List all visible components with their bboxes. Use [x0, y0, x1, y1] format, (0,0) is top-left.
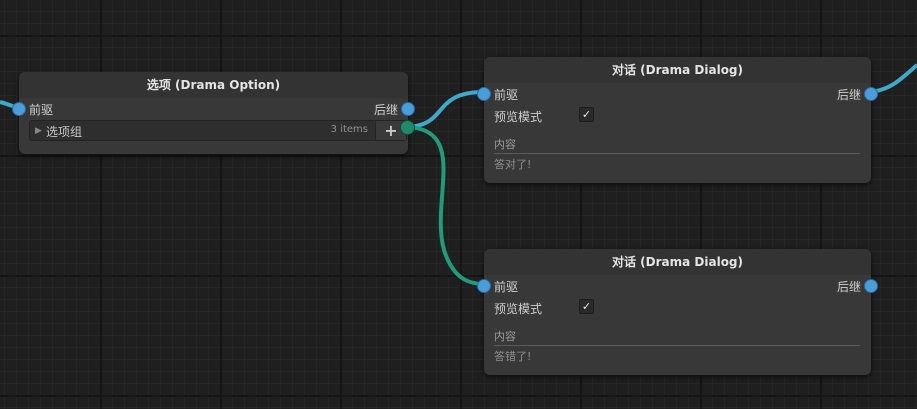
wire-dialog1-out — [869, 63, 917, 94]
input-port-label: 前驱 — [494, 280, 519, 294]
option-group-list[interactable]: ▶ 选项组 3 items + — [29, 120, 407, 141]
port-row: 前驱 后继 — [12, 98, 415, 120]
output-port-label: 后继 — [836, 88, 861, 102]
drama-option-node[interactable]: 选项 (Drama Option) 前驱 后继 ▶ 选项组 3 items + — [12, 72, 415, 154]
option-output-port[interactable] — [400, 120, 415, 135]
preview-mode-row: 预览模式 ✓ — [484, 297, 871, 321]
output-port-label: 后继 — [373, 103, 398, 117]
content-text[interactable]: 答对了! — [494, 156, 531, 172]
preview-mode-label: 预览模式 — [494, 302, 543, 316]
node-title[interactable]: 对话 (Drama Dialog) — [484, 249, 871, 275]
content-label: 内容 — [494, 136, 860, 154]
node-title[interactable]: 对话 (Drama Dialog) — [484, 57, 871, 83]
port-row: 前驱 后继 — [477, 83, 878, 105]
output-port[interactable] — [401, 102, 415, 116]
preview-mode-row: 预览模式 ✓ — [484, 105, 871, 129]
content-label: 内容 — [494, 328, 860, 346]
input-port[interactable] — [12, 102, 26, 116]
output-port-label: 后继 — [836, 280, 861, 294]
preview-mode-checkbox[interactable]: ✓ — [579, 107, 594, 122]
port-row: 前驱 后继 — [477, 275, 878, 297]
drama-dialog-node[interactable]: 对话 (Drama Dialog) 前驱 后继 预览模式 ✓ 内容 答错了! — [477, 249, 878, 375]
option-group-label: 选项组 — [46, 125, 83, 139]
preview-mode-label: 预览模式 — [494, 110, 543, 124]
output-port[interactable] — [864, 279, 878, 293]
node-title[interactable]: 选项 (Drama Option) — [19, 72, 408, 98]
content-text[interactable]: 答错了! — [494, 348, 531, 364]
wire-option-to-dialog1 — [403, 90, 485, 129]
output-port[interactable] — [864, 87, 878, 101]
input-port-label: 前驱 — [494, 88, 519, 102]
input-port-label: 前驱 — [29, 103, 54, 117]
drama-dialog-node[interactable]: 对话 (Drama Dialog) 前驱 后继 预览模式 ✓ 内容 答对了! — [477, 57, 878, 183]
wire-option-to-dialog2 — [403, 125, 485, 286]
preview-mode-checkbox[interactable]: ✓ — [579, 299, 594, 314]
item-count: 3 items — [330, 124, 368, 135]
input-port[interactable] — [477, 279, 491, 293]
expand-arrow-icon[interactable]: ▶ — [35, 123, 42, 139]
input-port[interactable] — [477, 87, 491, 101]
